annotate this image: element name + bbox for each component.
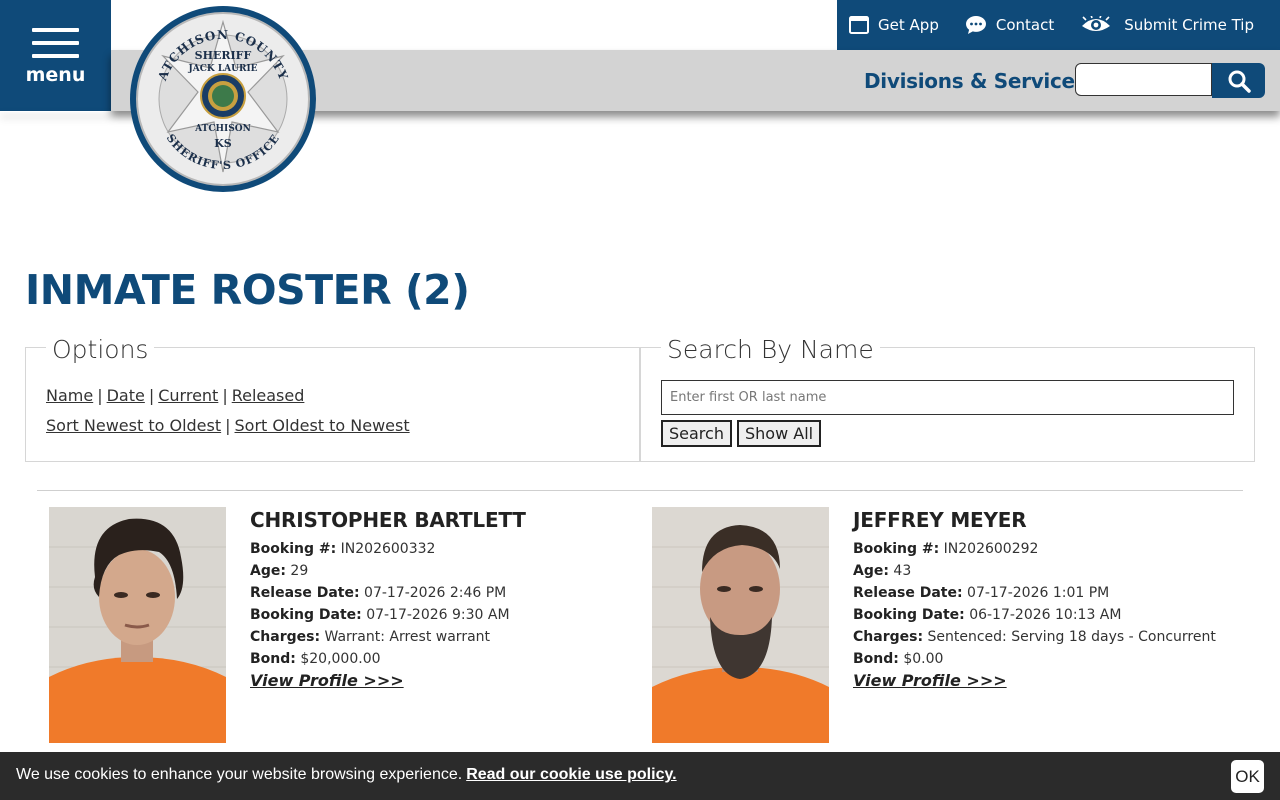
bond-label: Bond: bbox=[853, 651, 899, 667]
site-search-button[interactable] bbox=[1212, 63, 1265, 98]
release-date: 07-17-2026 2:46 PM bbox=[364, 585, 507, 601]
submit-crime-tip-link[interactable]: Submit Crime Tip bbox=[1080, 16, 1254, 34]
page-title: INMATE ROSTER (2) bbox=[25, 266, 470, 314]
charges-label: Charges: bbox=[250, 629, 321, 645]
utility-bar: Get App Contact Submit Crime Tip bbox=[837, 0, 1280, 50]
age-label: Age: bbox=[853, 563, 889, 579]
booking-date-label: Booking Date: bbox=[250, 607, 362, 623]
view-profile-link[interactable]: View Profile >>> bbox=[853, 671, 1007, 690]
header-shadow bbox=[0, 111, 111, 112]
release-date-label: Release Date: bbox=[250, 585, 360, 601]
sort-newest-link[interactable]: Sort Newest to Oldest bbox=[46, 416, 221, 435]
inmate-photo[interactable] bbox=[652, 507, 829, 743]
cookie-banner: We use cookies to enhance your website b… bbox=[0, 752, 1280, 800]
name-search-input[interactable]: Enter first OR last name bbox=[661, 380, 1234, 415]
sort-oldest-link[interactable]: Sort Oldest to Newest bbox=[235, 416, 410, 435]
chat-bubble-icon bbox=[965, 16, 986, 34]
cookie-message: We use cookies to enhance your website b… bbox=[16, 766, 677, 784]
inmate-photo[interactable] bbox=[49, 507, 226, 743]
filter-links: Name | Date | Current | Released bbox=[46, 386, 305, 405]
booking-number: IN202600292 bbox=[943, 541, 1039, 557]
charges: Sentenced: Serving 18 days - Concurrent bbox=[927, 629, 1216, 645]
search-panel: Search By Name Enter first OR last name … bbox=[640, 335, 1255, 462]
badge-name-text: JACK LAURIE bbox=[187, 64, 257, 74]
bond: $0.00 bbox=[903, 651, 944, 667]
search-icon bbox=[1228, 70, 1251, 93]
filter-current-link[interactable]: Current bbox=[158, 386, 218, 405]
bond-label: Bond: bbox=[250, 651, 296, 667]
booking-date: 06-17-2026 10:13 AM bbox=[969, 607, 1122, 623]
show-all-button[interactable]: Show All bbox=[737, 420, 822, 447]
filter-name-link[interactable]: Name bbox=[46, 386, 93, 405]
menu-icon bbox=[32, 28, 79, 67]
inmate-name: CHRISTOPHER BARTLETT bbox=[250, 508, 526, 532]
view-profile-link[interactable]: View Profile >>> bbox=[250, 671, 404, 690]
booking-number-label: Booking #: bbox=[853, 541, 940, 557]
booking-number-label: Booking #: bbox=[250, 541, 337, 557]
options-legend: Options bbox=[46, 335, 155, 364]
bond: $20,000.00 bbox=[300, 651, 381, 667]
booking-date: 07-17-2026 9:30 AM bbox=[366, 607, 510, 623]
filter-released-link[interactable]: Released bbox=[232, 386, 305, 405]
booking-date-label: Booking Date: bbox=[853, 607, 965, 623]
sort-links: Sort Newest to Oldest | Sort Oldest to New… bbox=[46, 416, 410, 435]
cookie-policy-link[interactable]: Read our cookie use policy. bbox=[466, 766, 676, 783]
cookie-ok-button[interactable]: OK bbox=[1231, 760, 1264, 793]
menu-label: menu bbox=[25, 64, 86, 86]
release-date: 07-17-2026 1:01 PM bbox=[967, 585, 1110, 601]
contact-link[interactable]: Contact bbox=[965, 15, 1054, 35]
inmate-name: JEFFREY MEYER bbox=[853, 508, 1027, 532]
divider bbox=[37, 490, 1243, 491]
badge-state-text: KS bbox=[214, 137, 232, 150]
phone-app-icon bbox=[849, 16, 870, 34]
cookie-text: We use cookies to enhance your website b… bbox=[16, 766, 463, 783]
submit-tip-label: Submit Crime Tip bbox=[1124, 16, 1254, 34]
get-app-link[interactable]: Get App bbox=[849, 16, 939, 34]
search-button[interactable]: Search bbox=[661, 420, 732, 447]
search-legend: Search By Name bbox=[661, 335, 880, 364]
charges: Warrant: Arrest warrant bbox=[324, 629, 491, 645]
inmate-card: JEFFREY MEYER Booking #: IN202600292 Age… bbox=[853, 508, 1216, 690]
booking-number: IN202600332 bbox=[340, 541, 436, 557]
site-search-input[interactable] bbox=[1075, 63, 1212, 96]
sheriff-badge-logo[interactable]: ATCHISON COUNTY SHERIFF'S OFFICE SHERIFF… bbox=[128, 4, 318, 194]
release-date-label: Release Date: bbox=[853, 585, 963, 601]
badge-sheriff-text: SHERIFF bbox=[195, 49, 252, 62]
options-panel: Options Name | Date | Current | Released Sort … bbox=[25, 335, 640, 462]
filter-date-link[interactable]: Date bbox=[107, 386, 145, 405]
badge-city-text: ATCHISON bbox=[194, 124, 251, 134]
contact-label: Contact bbox=[995, 16, 1055, 34]
divisions-services-link[interactable]: Divisions & Services bbox=[864, 69, 1087, 93]
age: 43 bbox=[893, 563, 912, 579]
age-label: Age: bbox=[250, 563, 286, 579]
get-app-label: Get App bbox=[878, 16, 939, 34]
menu-button[interactable]: menu bbox=[0, 0, 111, 111]
inmate-card: CHRISTOPHER BARTLETT Booking #: IN202600… bbox=[250, 508, 526, 690]
eye-icon bbox=[1082, 16, 1111, 31]
charges-label: Charges: bbox=[853, 629, 924, 645]
age: 29 bbox=[290, 563, 309, 579]
